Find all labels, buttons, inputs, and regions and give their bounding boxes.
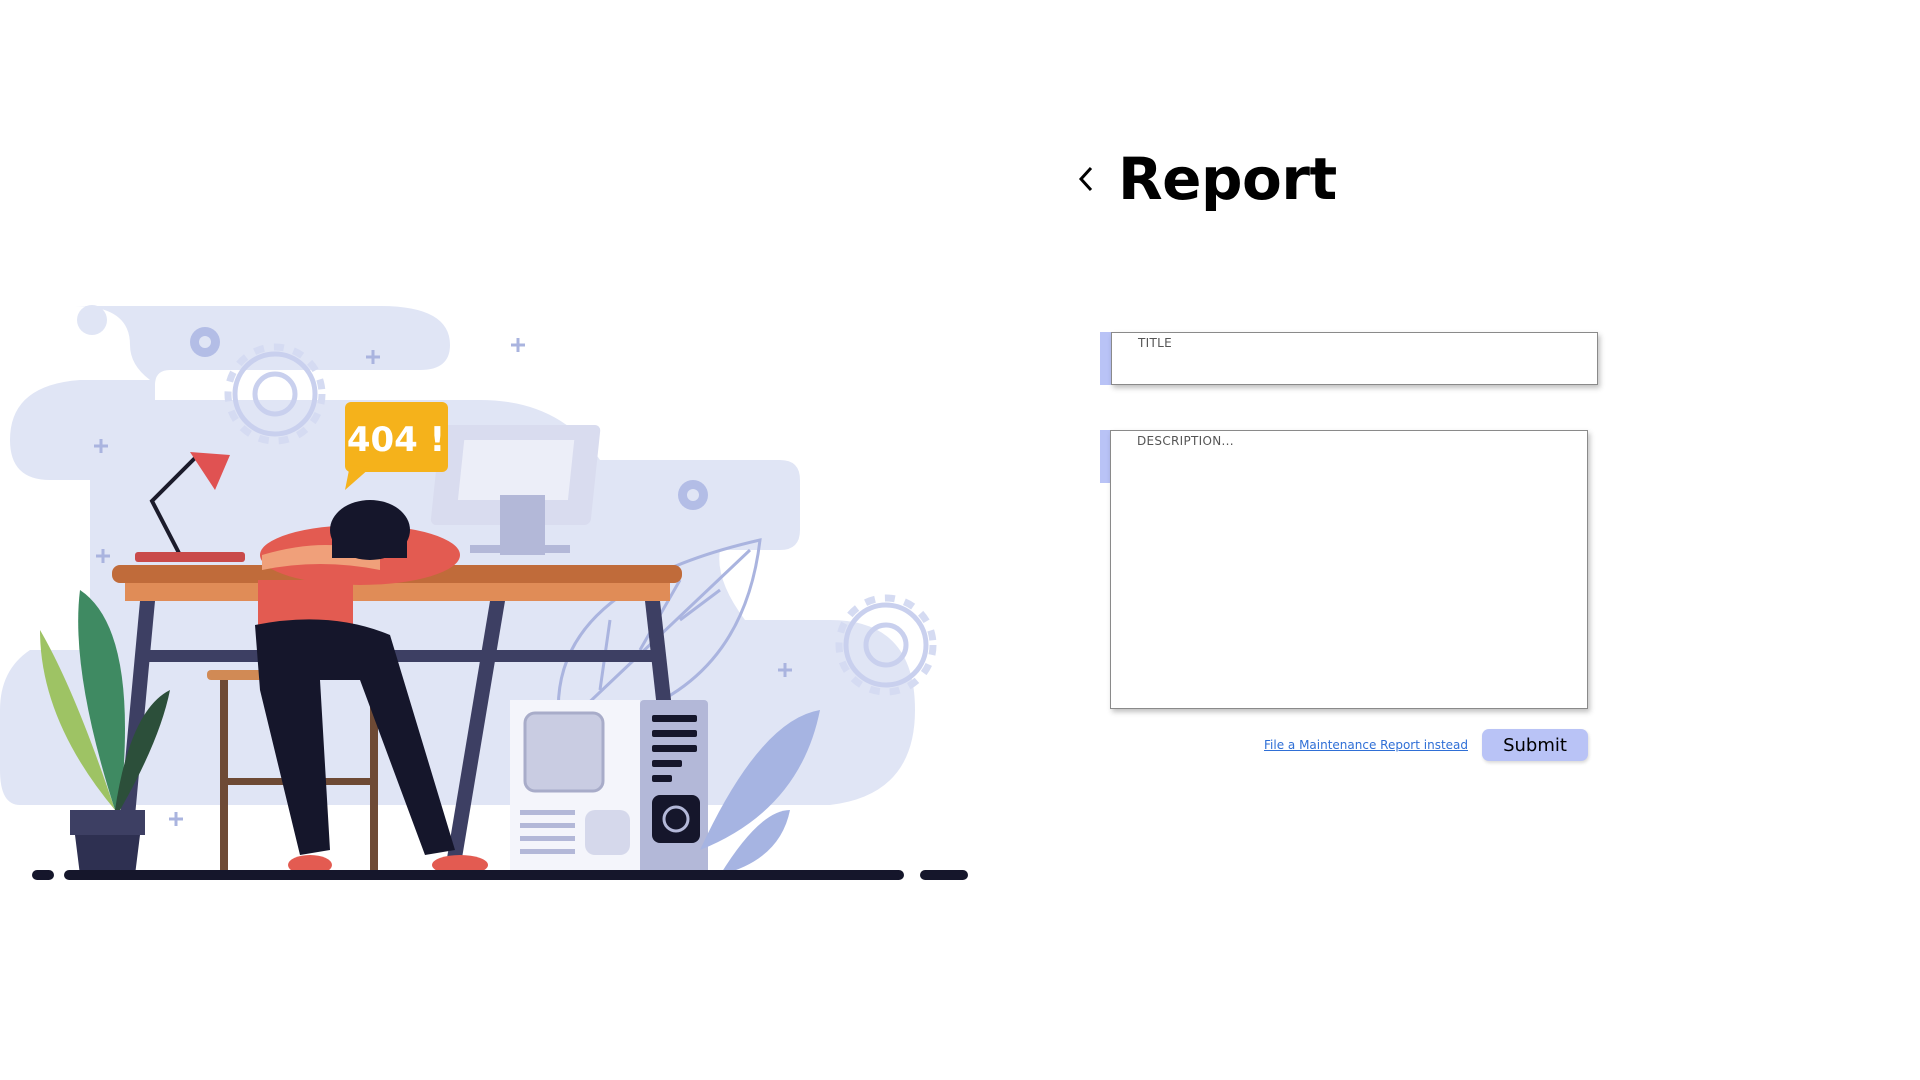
back-button[interactable]	[1068, 154, 1104, 204]
description-placeholder: DESCRIPTION...	[1137, 434, 1234, 448]
error-404-illustration: 404 !	[0, 290, 970, 890]
form-actions: File a Maintenance Report instead Submit	[1262, 729, 1588, 761]
chevron-left-icon	[1078, 166, 1093, 192]
page-title: Report	[1118, 145, 1337, 213]
maintenance-report-link[interactable]: File a Maintenance Report instead	[1264, 738, 1468, 752]
error-badge-text: 404 !	[347, 420, 445, 460]
submit-button[interactable]: Submit	[1482, 729, 1588, 761]
title-placeholder: TITLE	[1138, 336, 1172, 350]
description-textarea[interactable]: DESCRIPTION...	[1110, 430, 1588, 709]
title-input[interactable]: TITLE	[1111, 332, 1598, 385]
title-accent-bar	[1100, 332, 1111, 385]
report-header: Report	[1068, 150, 1337, 208]
